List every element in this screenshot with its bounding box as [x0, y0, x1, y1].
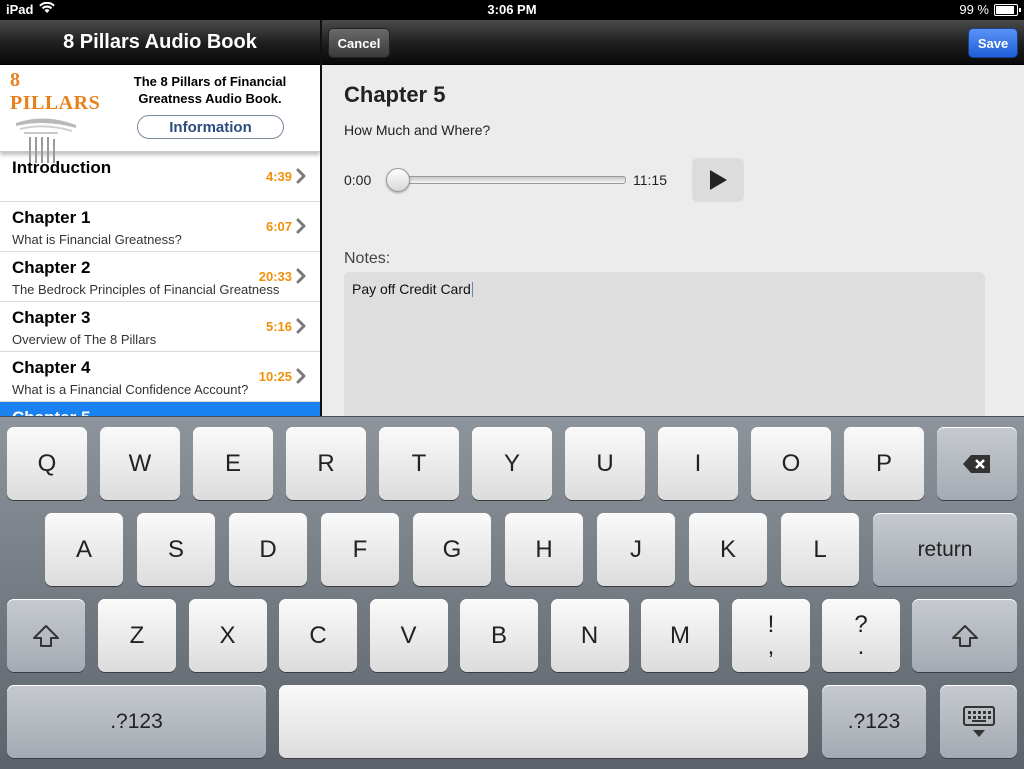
key-b[interactable]: B — [460, 599, 538, 672]
chapter-title: Chapter 5 — [344, 82, 446, 107]
chapter-row-subtitle: What is a Financial Confidence Account? — [12, 382, 249, 397]
key-bottom-char: , — [767, 632, 775, 660]
save-button[interactable]: Save — [968, 28, 1018, 58]
elapsed-time: 0:00 — [344, 172, 372, 188]
key-e[interactable]: E — [193, 427, 273, 500]
progress-slider-thumb[interactable] — [386, 168, 410, 192]
chapter-row[interactable]: Chapter 3 Overview of The 8 Pillars 5:16 — [0, 302, 320, 352]
play-icon — [710, 170, 727, 190]
chapter-row-title: Chapter 2 — [12, 258, 91, 277]
onscreen-keyboard: Q W E R T Y U I O P A S D F G H J K Lreturn Z X C V B N M!,?. .?12… — [0, 416, 1024, 769]
status-bar: iPad 3:06 PM 99 % — [0, 0, 1024, 20]
chapter-row-subtitle: The Bedrock Principles of Financial Grea… — [12, 282, 280, 297]
logo-text: 8 PILLARS — [10, 69, 101, 114]
chapter-row-subtitle: Overview of The 8 Pillars — [12, 332, 157, 347]
key-r[interactable]: R — [286, 427, 366, 500]
question-period-key[interactable]: ?. — [822, 599, 900, 672]
key-t[interactable]: T — [379, 427, 459, 500]
numbers-key-right[interactable]: .?123 — [822, 685, 926, 758]
chevron-right-icon — [296, 168, 310, 184]
key-s[interactable]: S — [137, 513, 215, 586]
chapter-list-panel: 8 Pillars Audio Book 8 PILLARS The 8 Pil… — [0, 20, 320, 416]
numbers-key-left[interactable]: .?123 — [7, 685, 266, 758]
key-z[interactable]: Z — [98, 599, 176, 672]
space-bar[interactable] — [279, 685, 808, 758]
chevron-right-icon — [296, 318, 310, 334]
notes-textarea[interactable]: Pay off Credit Card — [344, 272, 985, 416]
backspace-icon — [963, 454, 990, 473]
progress-slider-track[interactable] — [388, 176, 626, 184]
chapter-row-title: Chapter 3 — [12, 308, 91, 327]
key-l[interactable]: L — [781, 513, 859, 586]
left-nav-bar: 8 Pillars Audio Book — [0, 20, 320, 65]
right-shift-key[interactable] — [912, 599, 1017, 672]
left-shift-key[interactable] — [7, 599, 85, 672]
information-button[interactable]: Information — [137, 115, 284, 139]
chapter-row[interactable]: Chapter 1 What is Financial Greatness? 6:0… — [0, 202, 320, 252]
hide-keyboard-icon — [962, 705, 995, 737]
key-f[interactable]: F — [321, 513, 399, 586]
battery-icon — [994, 3, 1021, 16]
exclamation-comma-key[interactable]: !, — [732, 599, 810, 672]
chapter-detail-panel: Cancel Save Chapter 5 How Much and Where… — [322, 20, 1024, 416]
pillars-icon — [16, 118, 76, 163]
shift-icon — [951, 624, 978, 647]
notes-value: Pay off Credit Card — [352, 281, 471, 297]
book-description: The 8 Pillars of Financial Greatness Aud… — [133, 74, 287, 106]
key-k[interactable]: K — [689, 513, 767, 586]
key-x[interactable]: X — [188, 599, 267, 672]
left-nav-title: 8 Pillars Audio Book — [63, 30, 257, 53]
key-j[interactable]: J — [597, 513, 675, 586]
notes-label: Notes: — [344, 250, 391, 267]
key-m[interactable]: M — [641, 599, 719, 672]
book-logo: 8 PILLARS — [10, 69, 110, 163]
chapter-row-title: Chapter 1 — [12, 208, 91, 227]
chapter-row[interactable]: Chapter 2 The Bedrock Principles of Finan… — [0, 252, 320, 302]
cancel-button[interactable]: Cancel — [328, 28, 390, 58]
key-g[interactable]: G — [413, 513, 491, 586]
book-header: 8 PILLARS The 8 Pillars of Financial Gre… — [0, 65, 320, 163]
detail-nav-bar: Cancel Save — [322, 20, 1024, 65]
key-o[interactable]: O — [751, 427, 831, 500]
return-key[interactable]: return — [873, 513, 1017, 586]
chevron-right-icon — [296, 268, 310, 284]
chapter-row-duration: 4:39 — [265, 169, 292, 184]
chapter-row-title: Chapter 5 — [12, 408, 90, 416]
chapter-row-duration: 6:07 — [265, 219, 292, 234]
key-p[interactable]: P — [844, 427, 924, 500]
chapter-list: Introduction 4:39 Chapter 1 What is Financi… — [0, 152, 320, 416]
shift-icon — [33, 624, 59, 647]
chevron-right-icon — [296, 218, 310, 234]
key-bottom-char: . — [857, 632, 865, 660]
key-h[interactable]: H — [505, 513, 583, 586]
key-i[interactable]: I — [658, 427, 738, 500]
key-u[interactable]: U — [565, 427, 645, 500]
chapter-row-duration: 5:16 — [265, 319, 292, 334]
chapter-row[interactable]: Chapter 5 — [0, 402, 320, 416]
chapter-subtitle: How Much and Where? — [344, 122, 491, 138]
key-q[interactable]: Q — [7, 427, 87, 500]
key-y[interactable]: Y — [472, 427, 552, 500]
key-c[interactable]: C — [279, 599, 357, 672]
chapter-row-subtitle: What is Financial Greatness? — [12, 232, 182, 247]
total-time: 11:15 — [633, 172, 667, 188]
battery-percent: 99 % — [959, 2, 989, 17]
hide-keyboard-key[interactable] — [940, 685, 1017, 758]
chevron-right-icon — [296, 368, 310, 384]
key-n[interactable]: N — [550, 599, 629, 672]
key-a[interactable]: A — [45, 513, 123, 586]
chapter-row[interactable]: Chapter 4 What is a Financial Confidence … — [0, 352, 320, 402]
key-v[interactable]: V — [369, 599, 448, 672]
text-caret — [471, 282, 473, 297]
backspace-key[interactable] — [937, 427, 1017, 500]
chapter-row-duration: 20:33 — [258, 269, 292, 284]
chapter-row-title: Chapter 4 — [12, 358, 91, 377]
chapter-row-duration: 10:25 — [258, 369, 292, 384]
key-w[interactable]: W — [100, 427, 180, 500]
play-button[interactable] — [692, 158, 744, 202]
clock: 3:06 PM — [487, 2, 537, 17]
key-d[interactable]: D — [229, 513, 307, 586]
